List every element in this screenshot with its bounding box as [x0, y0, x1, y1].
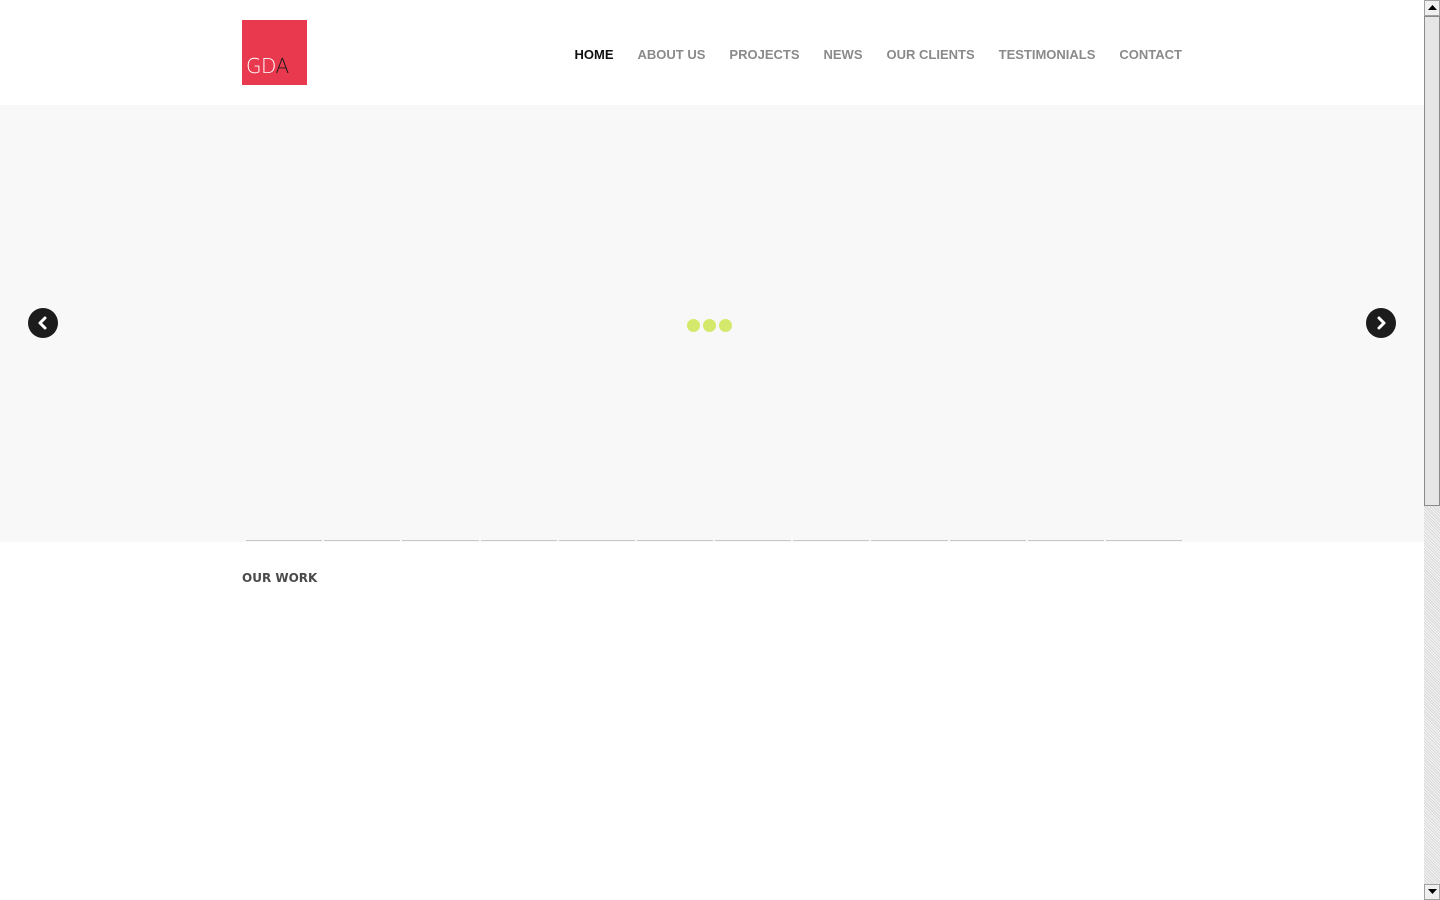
slider-thumbnail[interactable] — [871, 540, 948, 541]
slider-loading-indicator — [687, 319, 735, 333]
nav-item-contact[interactable]: CONTACT — [1119, 47, 1182, 63]
logo-text: GDA — [246, 56, 289, 76]
nav-item-home[interactable]: HOME — [575, 47, 614, 63]
chevron-right-icon — [1377, 316, 1386, 330]
arrow-down-icon — [1428, 889, 1437, 894]
scroll-down-button[interactable] — [1424, 884, 1440, 900]
logo-text-gd: GD — [246, 54, 276, 78]
slider-thumbnail[interactable] — [1105, 540, 1183, 541]
loader-dot — [703, 319, 716, 332]
site-header: GDA HOME ABOUT US PROJECTS NEWS OUR CLIE… — [0, 0, 1424, 105]
site-logo[interactable]: GDA — [242, 20, 307, 85]
arrow-up-icon — [1428, 5, 1437, 10]
page: GDA HOME ABOUT US PROJECTS NEWS OUR CLIE… — [0, 0, 1424, 900]
loader-dot — [687, 319, 700, 332]
nav-item-projects[interactable]: PROJECTS — [729, 47, 799, 63]
logo-text-a: A — [275, 54, 290, 78]
nav-item-news[interactable]: NEWS — [824, 47, 863, 63]
slider-prev-button[interactable] — [28, 308, 58, 338]
vertical-scrollbar[interactable] — [1424, 0, 1440, 900]
hero-slider — [0, 105, 1424, 542]
scrollbar-thumb[interactable] — [1424, 16, 1440, 506]
slider-thumbnail[interactable] — [324, 540, 401, 541]
loader-dot — [719, 319, 732, 332]
main-nav: HOME ABOUT US PROJECTS NEWS OUR CLIENTS … — [551, 47, 1182, 63]
slider-thumbnail[interactable] — [246, 540, 323, 541]
chevron-left-icon — [38, 316, 47, 330]
nav-item-our-clients[interactable]: OUR CLIENTS — [887, 47, 975, 63]
slider-thumbnail[interactable] — [402, 540, 479, 541]
slider-thumbnail[interactable] — [1027, 540, 1104, 541]
slider-thumbnail[interactable] — [949, 540, 1026, 541]
slider-thumbnail[interactable] — [715, 540, 792, 541]
slider-thumbnail[interactable] — [558, 540, 635, 541]
slider-next-button[interactable] — [1366, 308, 1396, 338]
slider-thumbnail[interactable] — [793, 540, 870, 541]
slider-thumbnail-bar — [246, 540, 1183, 542]
slider-thumbnail[interactable] — [480, 540, 557, 541]
slider-thumbnail[interactable] — [636, 540, 714, 541]
section-title-our-work: OUR WORK — [242, 571, 318, 585]
nav-item-about-us[interactable]: ABOUT US — [638, 47, 706, 63]
nav-item-testimonials[interactable]: TESTIMONIALS — [999, 47, 1096, 63]
scroll-up-button[interactable] — [1424, 0, 1440, 16]
